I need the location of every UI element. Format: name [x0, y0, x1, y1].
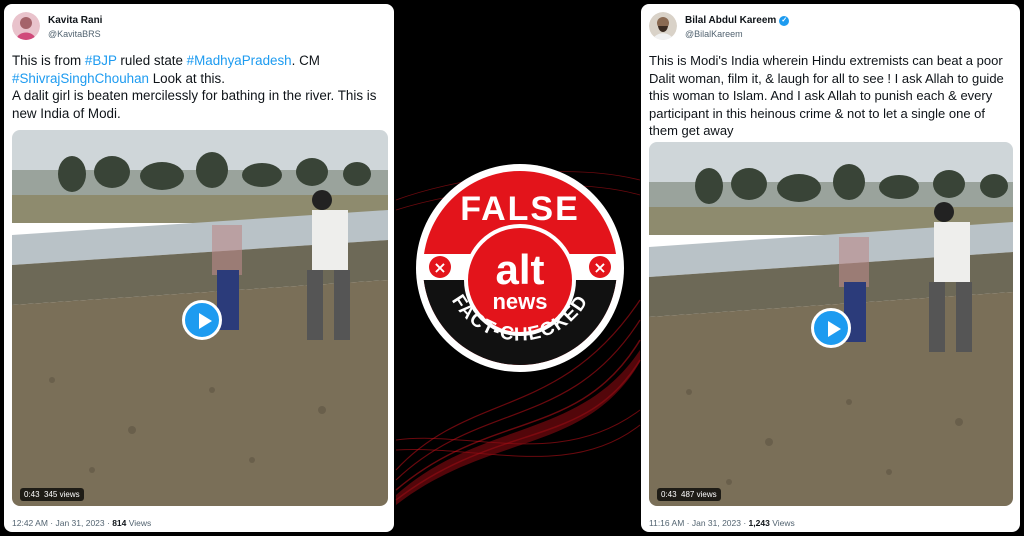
- avatar[interactable]: [12, 12, 40, 40]
- hashtag-link[interactable]: #BJP: [85, 53, 117, 68]
- views-label: Views: [126, 518, 152, 528]
- brand-alt: alt: [495, 246, 544, 293]
- tweet-timestamp[interactable]: 12:42 AM · Jan 31, 2023 ·: [12, 518, 112, 528]
- tweet-text-segment: This is from: [12, 53, 85, 68]
- author-handle[interactable]: @BilalKareem: [685, 29, 743, 39]
- tweet-meta: 11:16 AM · Jan 31, 2023 · 1,243 Views: [649, 518, 795, 528]
- avatar[interactable]: [649, 12, 677, 40]
- brand-news: news: [492, 289, 547, 314]
- video-info-badge: 0:43 345 views: [20, 488, 84, 501]
- fact-check-badge: FALSE × × alt news FACT-CHECKED: [416, 164, 624, 372]
- author-name[interactable]: Kavita Rani: [48, 15, 102, 26]
- video-duration: 0:43: [24, 490, 40, 499]
- play-button[interactable]: [182, 300, 222, 340]
- svg-text:×: ×: [593, 258, 606, 277]
- tweet-text-segment: ruled state: [116, 53, 187, 68]
- x-mark-right-icon: ×: [589, 256, 611, 278]
- svg-text:×: ×: [433, 258, 446, 277]
- tweet-text: This is Modi's India wherein Hindu extre…: [649, 53, 1004, 138]
- video-duration: 0:43: [661, 490, 677, 499]
- play-button[interactable]: [811, 308, 851, 348]
- video-player[interactable]: 0:43 487 views: [649, 142, 1013, 506]
- tweet-timestamp[interactable]: 11:16 AM · Jan 31, 2023 ·: [649, 518, 749, 528]
- tweet-meta: 12:42 AM · Jan 31, 2023 · 814 Views: [12, 518, 151, 528]
- video-player[interactable]: 0:43 345 views: [12, 130, 388, 506]
- video-info-badge: 0:43 487 views: [657, 488, 721, 501]
- tweet-text-line2: A dalit girl is beaten mercilessly for b…: [12, 88, 377, 121]
- author-handle[interactable]: @KavitaBRS: [48, 29, 101, 39]
- verified-badge-icon: ✓: [779, 16, 790, 26]
- verdict-label: FALSE: [460, 190, 580, 228]
- video-views: 345 views: [44, 490, 80, 499]
- tweet-card-right[interactable]: Bilal Abdul Kareem ✓ @BilalKareem This is…: [641, 4, 1020, 532]
- views-count: 814: [112, 518, 127, 528]
- hashtag-link[interactable]: #ShivrajSinghChouhan: [12, 71, 149, 86]
- tweet-text-segment: . CM: [291, 53, 320, 68]
- hashtag-link[interactable]: #MadhyaPradesh: [187, 53, 292, 68]
- author-name[interactable]: Bilal Abdul Kareem ✓: [685, 15, 790, 26]
- views-label: Views: [769, 518, 795, 528]
- tweet-card-left[interactable]: Kavita Rani @KavitaBRS This is from #BJP…: [4, 4, 394, 532]
- author-name-text: Bilal Abdul Kareem: [685, 15, 777, 26]
- views-count: 1,243: [748, 518, 770, 528]
- tweet-text-segment: Look at this.: [148, 70, 225, 86]
- tweet-text: This is from #BJP ruled state #MadhyaPra…: [12, 52, 387, 122]
- x-mark-left-icon: ×: [429, 256, 451, 278]
- video-views: 487 views: [681, 490, 717, 499]
- tweet-text-line1: This is from #BJP ruled state #MadhyaPra…: [12, 53, 320, 86]
